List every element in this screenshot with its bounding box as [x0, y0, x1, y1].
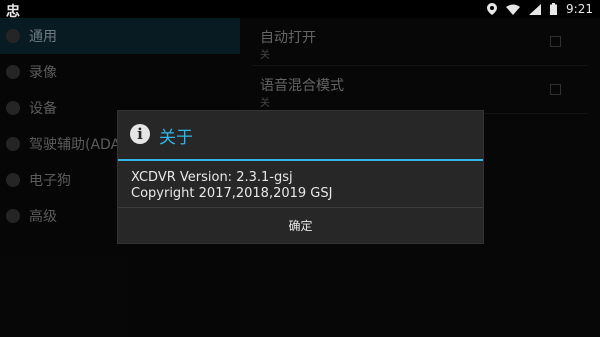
signal-icon [529, 3, 542, 15]
info-icon: i [130, 124, 150, 144]
dialog-title: 关于 [159, 128, 193, 148]
ok-button[interactable]: 确定 [118, 208, 483, 243]
dialog-message: XCDVR Version: 2.3.1-gsj Copyright 2017,… [131, 170, 476, 202]
location-icon [487, 3, 498, 15]
dialog-header: i 关于 [118, 111, 483, 159]
wifi-icon [506, 4, 521, 15]
status-icons: 9:21 [487, 0, 593, 18]
battery-icon [550, 3, 558, 15]
version-text: XCDVR Version: 2.3.1-gsj [131, 170, 293, 185]
about-dialog: i 关于 XCDVR Version: 2.3.1-gsj Copyright … [117, 110, 484, 244]
copyright-text: Copyright 2017,2018,2019 GSJ [131, 186, 333, 201]
clock: 9:21 [566, 2, 593, 16]
status-bar: 忠 9:21 [0, 0, 600, 20]
dialog-title-divider [118, 159, 483, 161]
